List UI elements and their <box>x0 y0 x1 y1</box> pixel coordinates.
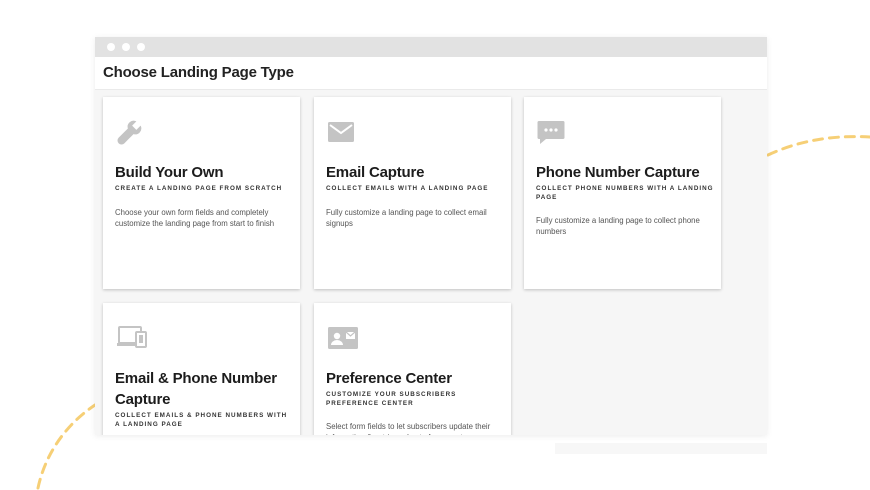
card-build-your-own[interactable]: Build Your Own Create a landing page fro… <box>103 97 300 289</box>
window-dot-close[interactable] <box>107 43 115 51</box>
landing-type-grid: Build Your Own Create a landing page fro… <box>95 89 767 435</box>
card-title: Email Capture <box>326 164 425 181</box>
window-dot-minimize[interactable] <box>122 43 130 51</box>
devices-icon <box>117 326 147 348</box>
window-dot-maximize[interactable] <box>137 43 145 51</box>
envelope-icon <box>328 122 354 142</box>
app-window: Choose Landing Page Type Build Your Own … <box>95 37 767 435</box>
chat-bubble-icon <box>537 121 565 144</box>
card-email-phone-capture[interactable]: Email & Phone Number Capture Collect ema… <box>103 303 300 435</box>
card-title: Phone Number Capture <box>536 164 700 181</box>
page-title: Choose Landing Page Type <box>103 64 294 81</box>
card-subtitle: Customize your subscribers preference ce… <box>326 391 457 407</box>
wrench-icon <box>117 120 142 145</box>
card-title: Preference Center <box>326 370 452 387</box>
card-subtitle: Collect emails with a landing page <box>326 185 489 192</box>
card-email-capture[interactable]: Email Capture Collect emails with a land… <box>314 97 511 289</box>
card-description: Choose your own form fields and complete… <box>115 207 275 228</box>
window-titlebar <box>95 37 767 57</box>
background-strip <box>555 443 767 454</box>
card-preference-center[interactable]: Preference Center Customize your subscri… <box>314 303 511 435</box>
card-description: Fully customize a landing page to collec… <box>326 207 487 228</box>
card-subtitle: Collect emails & phone numbers with a la… <box>115 412 288 428</box>
card-subtitle: Collect phone numbers with a landing pag… <box>536 185 714 201</box>
card-description: Fully customize a landing page to collec… <box>536 216 700 236</box>
card-title: Build Your Own <box>115 164 224 181</box>
card-subtitle: Create a landing page from scratch <box>115 185 283 192</box>
page-header: Choose Landing Page Type <box>95 57 767 90</box>
card-title: Email & Phone Number Capture <box>115 370 277 408</box>
card-phone-number-capture[interactable]: Phone Number Capture Collect phone numbe… <box>524 97 721 289</box>
contact-card-icon <box>328 327 358 349</box>
card-description: Select form fields to let subscribers up… <box>326 422 491 435</box>
